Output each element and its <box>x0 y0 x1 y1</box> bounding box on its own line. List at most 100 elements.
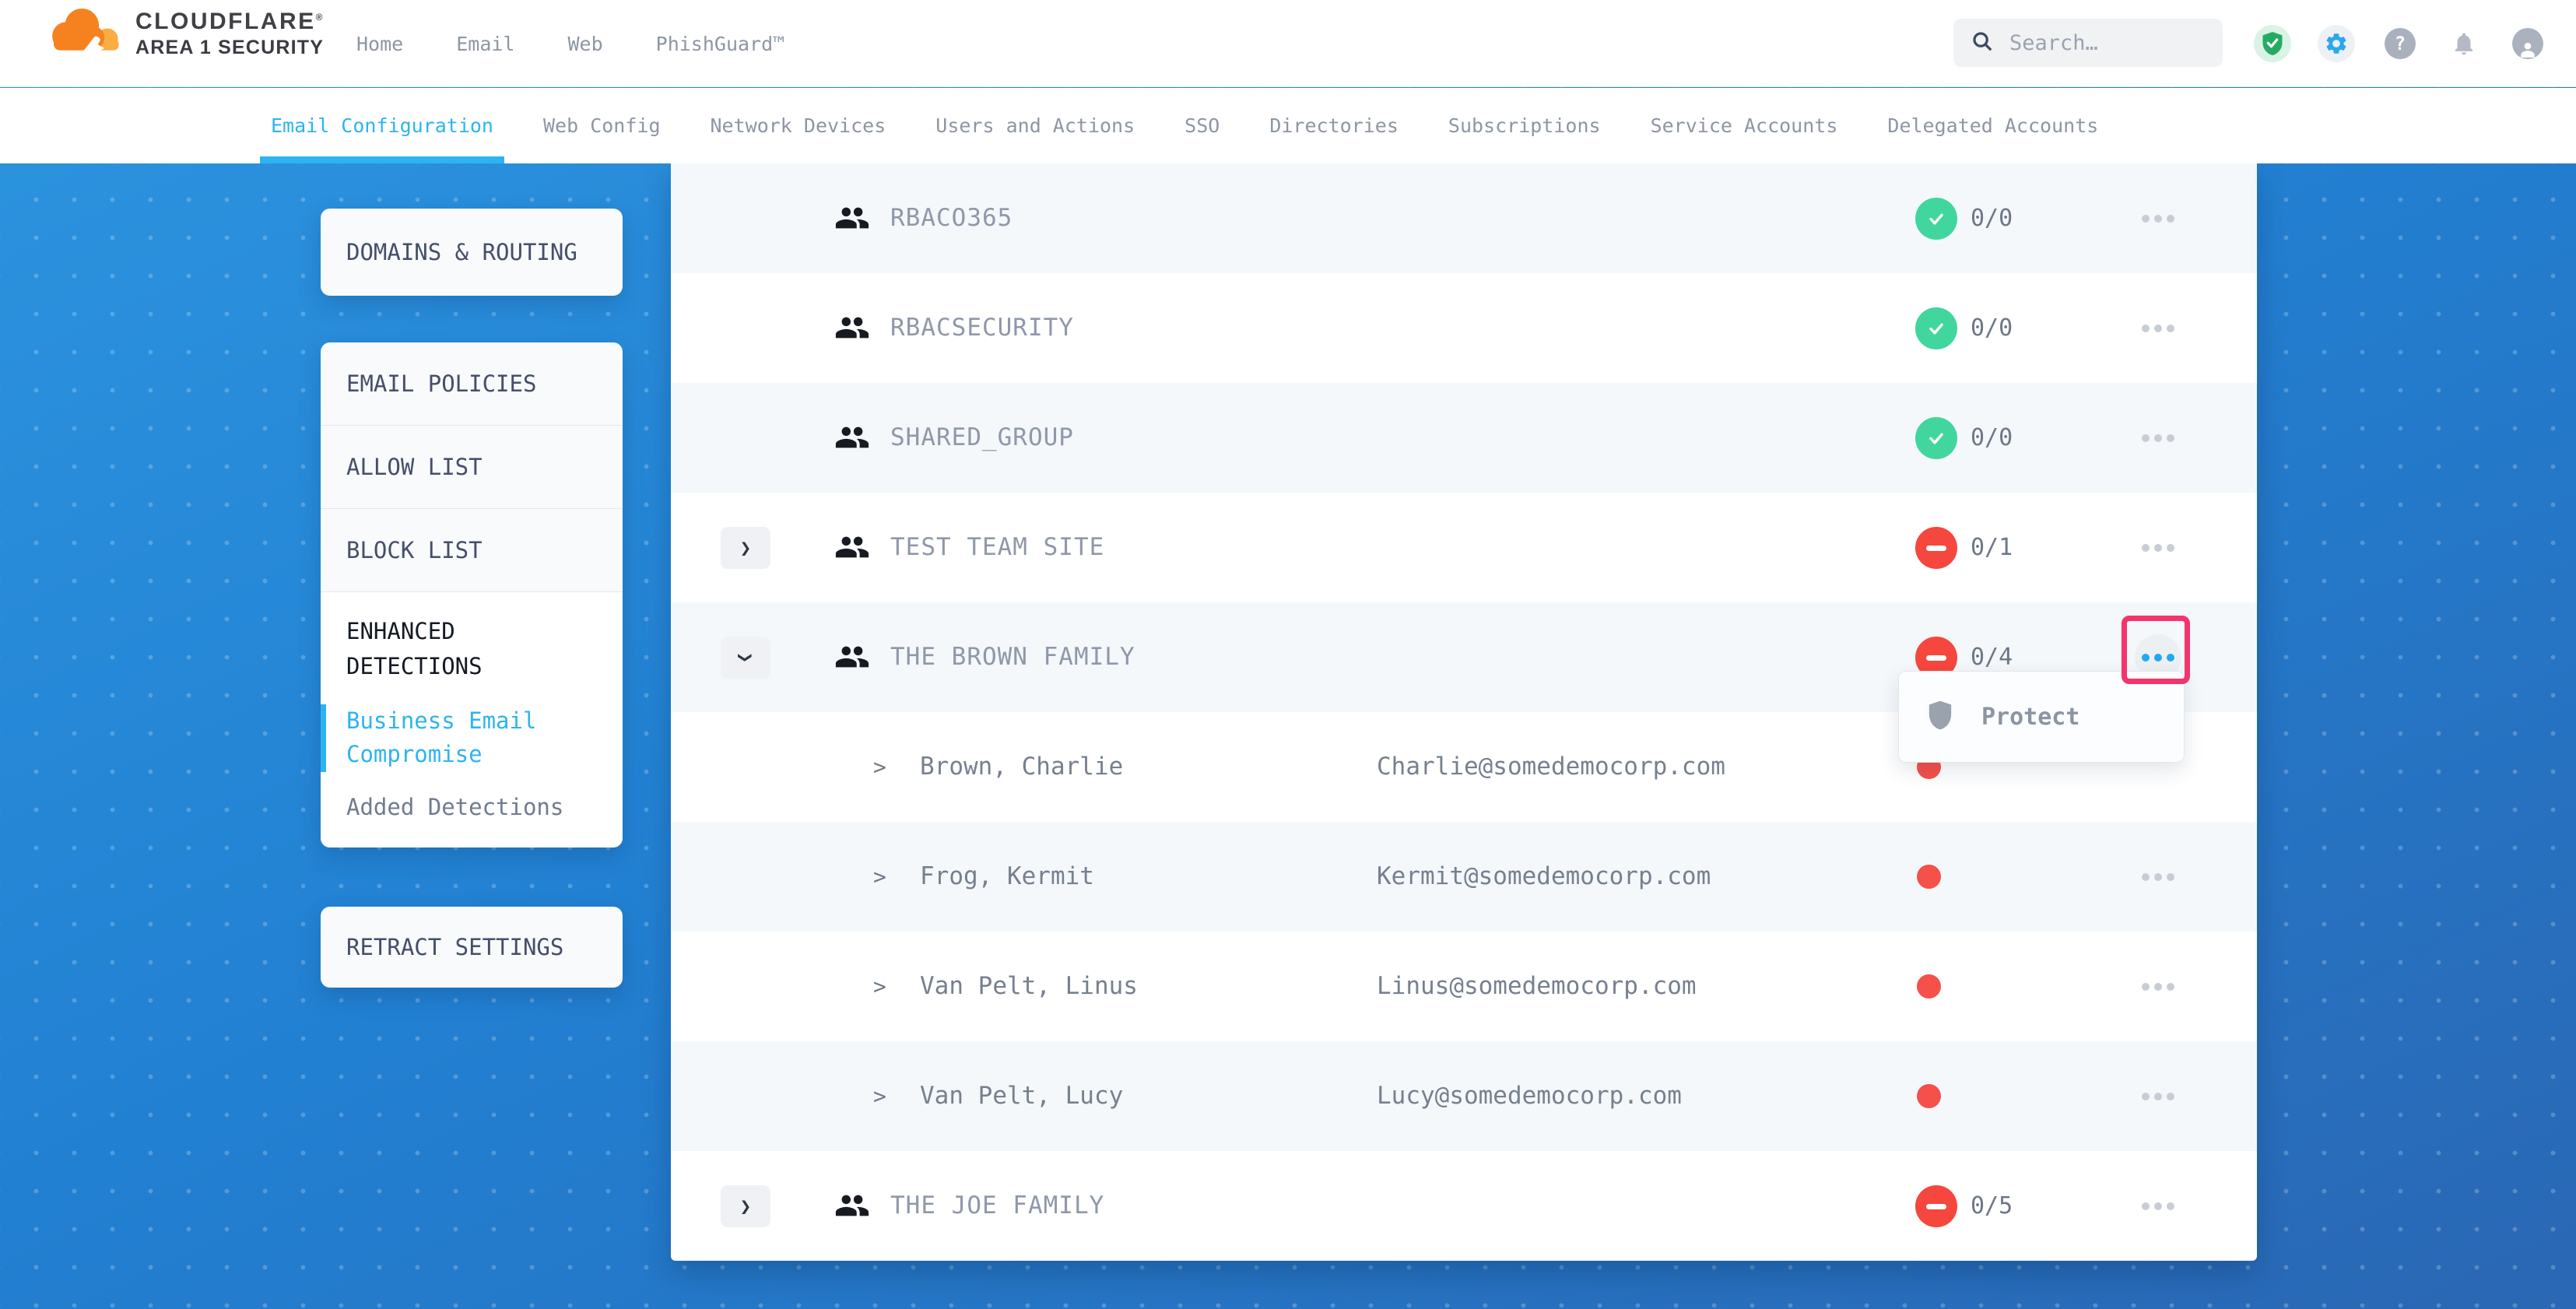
member-chevron-icon[interactable]: > <box>873 1041 886 1151</box>
chevron-icon: ❯ <box>740 1195 751 1217</box>
row-actions-menu[interactable] <box>2135 305 2181 352</box>
member-chevron-icon[interactable]: > <box>873 712 886 822</box>
sidebar-item-email-policies[interactable]: EMAIL POLICIES <box>321 342 623 426</box>
group-name: RBACO365 <box>890 163 1013 273</box>
sidebar-item-block-list[interactable]: BLOCK LIST <box>321 509 623 592</box>
dot <box>2154 215 2162 223</box>
row-actions-menu[interactable] <box>2135 195 2181 242</box>
minus-icon <box>1926 655 1946 661</box>
dot <box>2154 325 2162 332</box>
row-actions-menu[interactable] <box>2135 854 2181 900</box>
dot <box>2142 873 2150 881</box>
dot <box>2167 983 2174 991</box>
avatar-icon[interactable] <box>2509 25 2546 62</box>
table-row-member: > Frog, Kermit Kermit@somedemocorp.com <box>671 822 2257 932</box>
gear-icon[interactable] <box>2318 25 2355 62</box>
enhanced-detections-title[interactable]: ENHANCED DETECTIONS <box>321 614 623 684</box>
tab-users-and-actions[interactable]: Users and Actions <box>935 88 1135 163</box>
row-actions-menu[interactable] <box>2135 1183 2181 1230</box>
table-row-group: ❯THE JOE FAMILY0/5 <box>671 1151 2257 1261</box>
search-input[interactable] <box>2009 31 2196 55</box>
settings-tab-bar: Email Configuration Web Config Network Dev… <box>0 88 2576 163</box>
collapse-row-button[interactable]: ❯ <box>721 637 770 679</box>
sidebar-item-allow-list[interactable]: ALLOW LIST <box>321 426 623 509</box>
expand-row-button[interactable]: ❯ <box>721 527 770 569</box>
group-icon <box>834 204 870 235</box>
tab-network-devices[interactable]: Network Devices <box>711 88 886 163</box>
member-chevron-icon[interactable]: > <box>873 822 886 932</box>
dot <box>2167 1202 2174 1210</box>
protection-count: 0/1 <box>1971 493 2013 602</box>
dot <box>2167 434 2174 442</box>
status-unprotected-icon <box>1915 527 1957 569</box>
status-alert-dot <box>1917 1084 1941 1108</box>
primary-nav-link-email[interactable]: Email <box>456 33 514 55</box>
cloudflare-cloud-icon <box>45 6 123 61</box>
table-row-member: >Van Pelt, LinusLinus@somedemocorp.com <box>671 932 2257 1041</box>
row-actions-menu[interactable] <box>2135 963 2181 1010</box>
status-protected-icon <box>1915 198 1957 240</box>
help-icon[interactable]: ? <box>2381 25 2419 62</box>
group-name: TEST TEAM SITE <box>890 493 1104 602</box>
sidebar-item-retract-settings[interactable]: RETRACT SETTINGS <box>321 907 623 988</box>
tab-sso[interactable]: SSO <box>1184 88 1220 163</box>
sidebar-item-label: DOMAINS & ROUTING <box>346 239 577 265</box>
dot <box>2142 215 2150 223</box>
sidebar-section-enhanced-detections: ENHANCED DETECTIONS Business Email Compr… <box>321 592 623 848</box>
table-row-group: SHARED_GROUP0/0 <box>671 383 2257 493</box>
shield-icon <box>1927 700 1953 734</box>
minus-icon <box>1926 546 1946 551</box>
dot <box>2167 544 2174 552</box>
dot <box>2167 1093 2174 1100</box>
tab-email-configuration[interactable]: Email Configuration <box>271 88 493 163</box>
dot <box>2167 873 2174 881</box>
row-actions-menu[interactable] <box>2135 415 2181 461</box>
group-name: THE BROWN FAMILY <box>890 602 1135 712</box>
group-icon <box>834 314 870 345</box>
member-name: Van Pelt, Linus <box>920 932 1138 1041</box>
group-name: THE JOE FAMILY <box>890 1151 1104 1261</box>
tab-service-accounts[interactable]: Service Accounts <box>1651 88 1838 163</box>
member-email: Charlie@somedemocorp.com <box>1377 712 1725 822</box>
sidebar-item-label: RETRACT SETTINGS <box>346 934 563 960</box>
row-context-menu[interactable]: Protect <box>1898 671 2185 763</box>
bell-icon[interactable] <box>2445 25 2483 62</box>
group-icon <box>834 423 870 454</box>
member-email: Kermit@somedemocorp.com <box>1377 822 1711 932</box>
dot <box>2142 1202 2150 1210</box>
sidebar-subitem-business-email-compromise[interactable]: Business Email Compromise <box>321 704 623 772</box>
cloudflare-logo: CLOUDFLARE® AREA 1 SECURITY <box>45 6 325 61</box>
search-icon <box>1971 30 1994 56</box>
primary-nav: Home Email Web PhishGuard™ <box>356 0 784 87</box>
sidebar-item-domains-routing[interactable]: DOMAINS & ROUTING <box>321 209 623 296</box>
tab-directories[interactable]: Directories <box>1269 88 1399 163</box>
member-name: Brown, Charlie <box>920 712 1123 822</box>
primary-nav-link-home[interactable]: Home <box>356 33 403 55</box>
tab-web-config[interactable]: Web Config <box>543 88 661 163</box>
dot <box>2142 983 2150 991</box>
dot <box>2142 1093 2150 1100</box>
member-name: Frog, Kermit <box>920 822 1094 932</box>
row-actions-menu[interactable] <box>2135 525 2181 571</box>
logo-product-name: AREA 1 SECURITY <box>135 37 325 59</box>
row-actions-menu[interactable] <box>2135 1073 2181 1120</box>
context-menu-item-protect[interactable]: Protect <box>1981 704 2079 731</box>
protection-count: 0/0 <box>1971 163 2013 273</box>
expand-row-button[interactable]: ❯ <box>721 1185 770 1227</box>
sidebar-subitem-added-detections[interactable]: Added Detections <box>321 791 623 825</box>
dot <box>2167 325 2174 332</box>
group-icon <box>834 643 870 674</box>
top-header: CLOUDFLARE® AREA 1 SECURITY Home Email Web… <box>0 0 2576 87</box>
member-chevron-icon[interactable]: > <box>873 932 886 1041</box>
registered-mark: ® <box>316 12 325 23</box>
status-protected-icon <box>1915 417 1957 459</box>
primary-nav-link-phishguard[interactable]: PhishGuard™ <box>656 33 785 55</box>
tab-delegated-accounts[interactable]: Delegated Accounts <box>1887 88 2098 163</box>
shield-check-icon[interactable] <box>2254 25 2291 62</box>
tab-subscriptions[interactable]: Subscriptions <box>1448 88 1601 163</box>
dot <box>2167 215 2174 223</box>
dot <box>2154 434 2162 442</box>
primary-nav-link-web[interactable]: Web <box>567 33 602 55</box>
global-search[interactable] <box>1953 19 2223 67</box>
status-alert-dot <box>1917 865 1941 889</box>
